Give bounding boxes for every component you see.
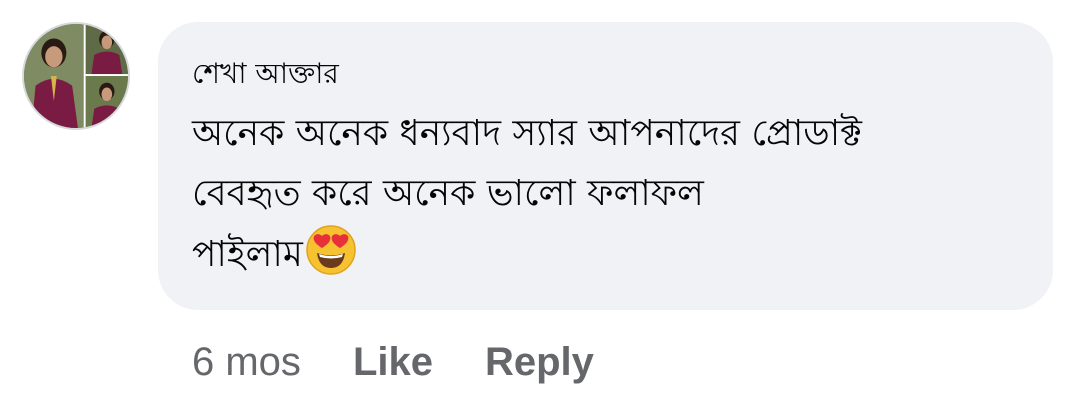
heart-eyes-emoji-icon: [305, 224, 357, 295]
comment-timestamp[interactable]: 6 mos: [192, 340, 301, 385]
comment-line: বেবহৃত করে অনেক ভালো ফলাফল: [192, 173, 704, 214]
comment-bubble: শেখা আক্তার অনেক অনেক ধন্যবাদ স্যার আপনা…: [158, 22, 1053, 310]
avatar-photo: [24, 24, 128, 128]
comment-row: শেখা আক্তার অনেক অনেক ধন্যবাদ স্যার আপনা…: [0, 0, 1080, 412]
comment-line: পাইলাম: [192, 224, 1017, 284]
comment-line: অনেক অনেক ধন্যবাদ স্যার আপনাদের প্রোডাক্…: [192, 113, 862, 154]
comment-line-text: পাইলাম: [192, 234, 303, 275]
reply-button[interactable]: Reply: [485, 340, 594, 385]
comment-actions: 6 mos Like Reply: [192, 332, 594, 392]
comment-author-name[interactable]: শেখা আক্তার: [192, 50, 1017, 98]
like-button[interactable]: Like: [353, 340, 433, 385]
avatar[interactable]: [22, 22, 130, 130]
comment-text: অনেক অনেক ধন্যবাদ স্যার আপনাদের প্রোডাক্…: [192, 104, 1017, 284]
